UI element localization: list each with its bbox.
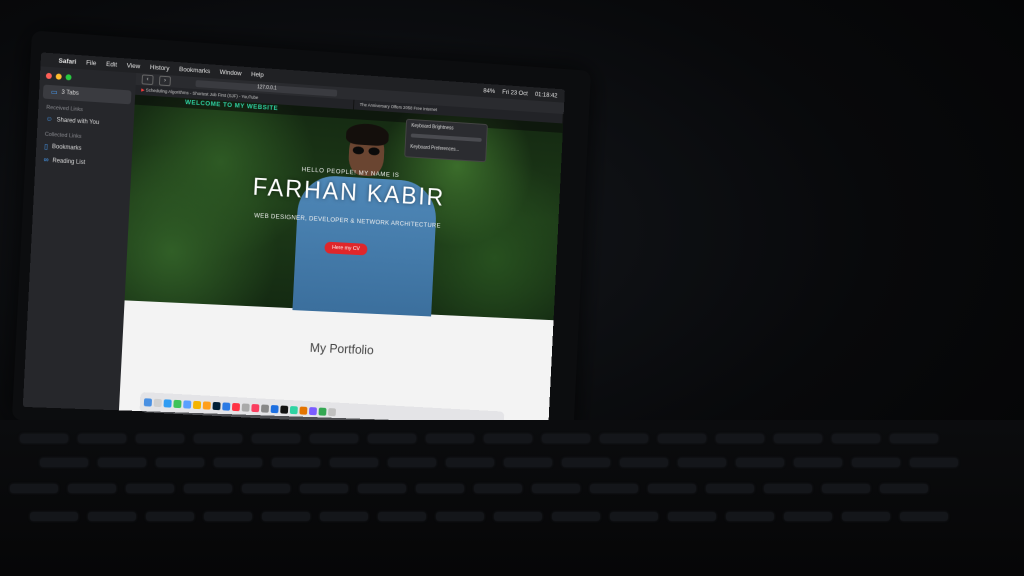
keyboard-brightness-menu: Keyboard Brightness Keyboard Preferences…	[404, 118, 488, 163]
keyboard-preferences-link[interactable]: Keyboard Preferences...	[410, 144, 481, 154]
photos-icon[interactable]	[202, 401, 211, 410]
app-icon[interactable]	[289, 406, 298, 415]
photoshop-icon[interactable]	[212, 401, 221, 411]
close-window-button[interactable]	[45, 72, 52, 80]
portrait-hair	[345, 122, 390, 147]
app-icon[interactable]	[299, 406, 308, 415]
key-row	[0, 458, 1024, 468]
app-store-icon[interactable]	[222, 402, 231, 411]
brightness-slider[interactable]	[410, 133, 482, 142]
app-icon[interactable]	[308, 407, 317, 416]
messages-icon[interactable]	[173, 399, 182, 409]
launchpad-icon[interactable]	[153, 398, 162, 408]
menubar-date[interactable]: Fri 23 Oct	[502, 88, 528, 96]
notes-icon[interactable]	[241, 403, 250, 412]
terminal-icon[interactable]	[280, 405, 289, 414]
app-icon[interactable]	[318, 407, 327, 416]
music-icon[interactable]	[251, 403, 260, 413]
battery-status[interactable]: 84%	[483, 87, 495, 94]
menu-view[interactable]: View	[127, 62, 141, 70]
sidebar-item-label: Bookmarks	[51, 144, 82, 152]
settings-icon[interactable]	[260, 404, 270, 413]
cv-button[interactable]: Here my CV	[324, 241, 368, 256]
keyboard	[0, 420, 1024, 576]
back-button[interactable]: ‹	[141, 74, 154, 86]
reading-list-icon: ∞	[43, 156, 49, 164]
menu-bookmarks[interactable]: Bookmarks	[179, 66, 210, 75]
menu-window[interactable]: Window	[220, 68, 242, 76]
menubar-time[interactable]: 01:18:42	[535, 91, 558, 99]
youtube-icon: ▶	[141, 87, 145, 93]
sunglasses-icon	[352, 146, 381, 156]
sidebar-item-label: Shared with You	[56, 116, 100, 126]
key-row	[0, 512, 1024, 522]
vscode-icon[interactable]	[270, 404, 279, 414]
laptop-screen: Safari File Edit View History Bookmarks …	[22, 52, 565, 426]
safari-sidebar: ▭ 3 Tabs Received Links ☺ Shared with Yo…	[22, 66, 138, 411]
brightness-title: Keyboard Brightness	[411, 122, 454, 132]
key-row	[0, 434, 1024, 444]
menu-app-name[interactable]: Safari	[58, 57, 76, 65]
safari-icon[interactable]	[163, 399, 172, 408]
web-page: WELCOME TO MY WEBSITE HELLO PEOPLE! MY N…	[118, 94, 564, 426]
trash-icon[interactable]	[328, 408, 337, 417]
mail-icon[interactable]	[183, 400, 192, 409]
bookmark-icon: ▯	[44, 143, 49, 151]
hero-section: WELCOME TO MY WEBSITE HELLO PEOPLE! MY N…	[124, 94, 564, 321]
forward-button[interactable]: ›	[158, 75, 171, 87]
portfolio-heading: My Portfolio	[309, 340, 375, 358]
menu-history[interactable]: History	[150, 64, 170, 72]
sidebar-item-label: Reading List	[52, 157, 86, 166]
finder-icon[interactable]	[143, 398, 153, 407]
menu-edit[interactable]: Edit	[106, 60, 117, 68]
sidebar-item-label: 3 Tabs	[61, 89, 79, 97]
maps-icon[interactable]	[192, 400, 202, 410]
calendar-icon[interactable]	[231, 402, 241, 412]
zoom-window-button[interactable]	[65, 74, 72, 81]
minimize-window-button[interactable]	[55, 73, 62, 80]
menu-help[interactable]: Help	[251, 71, 264, 79]
shared-with-you-icon: ☺	[45, 115, 53, 124]
tabs-icon: ▭	[50, 89, 58, 97]
key-row	[0, 484, 1024, 494]
menu-file[interactable]: File	[86, 59, 97, 67]
